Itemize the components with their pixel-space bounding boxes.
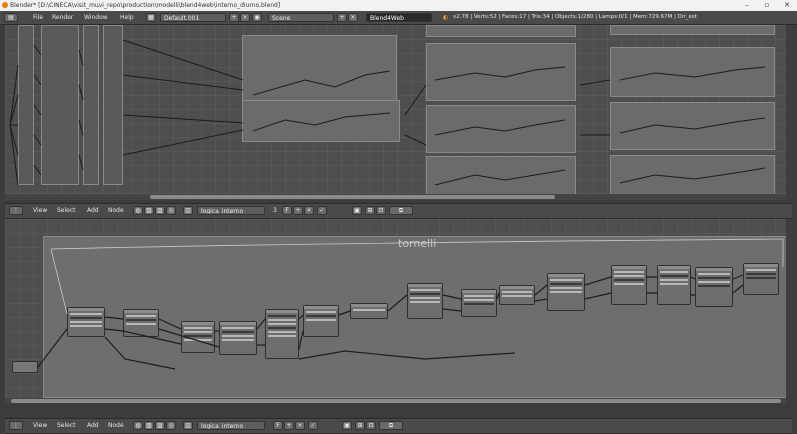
scene-field[interactable]: Scene	[268, 13, 334, 22]
screen-layout-field[interactable]: Default.001	[160, 13, 226, 22]
backdrop-button[interactable]: ▣	[352, 206, 362, 215]
blender-logo-icon	[2, 2, 8, 8]
scene-stats: v2.78 | Verts:52 | Faces:17 | Tris:34 | …	[453, 14, 697, 20]
copy-paste-buttons[interactable]: ⧉	[389, 206, 413, 215]
remove-screen-button[interactable]: ×	[240, 13, 250, 22]
fake-user-button[interactable]: F	[282, 206, 292, 215]
compositing-nodes-button[interactable]: ▧	[144, 206, 154, 215]
add-node-tree-button[interactable]: +	[293, 206, 303, 215]
horizontal-scrollbar[interactable]	[5, 194, 786, 200]
fake-user-button[interactable]: F	[273, 421, 283, 430]
add-node-tree-button[interactable]: +	[284, 421, 294, 430]
node-tree-browse-button[interactable]: ▥	[183, 421, 193, 430]
blender-icon: ◐	[443, 14, 449, 21]
use-nodes-checkbox[interactable]: ✓	[308, 421, 318, 430]
snap-element-select[interactable]: ⊡	[376, 206, 386, 215]
menu-select[interactable]: Select	[57, 204, 76, 217]
texture-nodes-button[interactable]: ▨	[155, 421, 165, 430]
menu-select[interactable]: Select	[57, 419, 76, 432]
screen-layout-icon[interactable]: ▦	[146, 13, 156, 22]
editor-type-icon[interactable]: ⋮	[9, 206, 23, 215]
menu-view[interactable]: View	[33, 419, 47, 432]
menu-add[interactable]: Add	[87, 204, 99, 217]
menu-add[interactable]: Add	[87, 419, 99, 432]
render-engine-select[interactable]: Blend4Web	[366, 13, 432, 22]
editor-type-icon[interactable]: ▤	[4, 13, 18, 22]
close-button[interactable]: ✕	[777, 0, 797, 11]
menu-node[interactable]: Node	[108, 419, 124, 432]
node-tree-browse-button[interactable]: ▥	[183, 206, 193, 215]
add-screen-button[interactable]: +	[229, 13, 239, 22]
top-node-editor[interactable]	[5, 25, 792, 200]
node-editor-header: ⋮ View Select Add Node ◍ ▧ ▨ ◎ ▥ logica_…	[5, 203, 792, 219]
menu-node[interactable]: Node	[108, 204, 124, 217]
node-tree-name-field[interactable]: logica_interno	[197, 421, 265, 430]
info-header: ▤ File Render Window Help ▦ Default.001 …	[0, 11, 797, 25]
logic-nodes-button[interactable]: ◎	[166, 421, 176, 430]
window-title-bar: Blender* [D:\CINECA\visit_muvi_repo\prod…	[0, 0, 797, 11]
window-title: Blender* [D:\CINECA\visit_muvi_repo\prod…	[10, 2, 281, 9]
scrollbar-thumb[interactable]	[11, 399, 781, 403]
maximize-button[interactable]: ▫	[757, 0, 777, 11]
vertical-scrollbar[interactable]	[786, 219, 792, 404]
compositing-nodes-button[interactable]: ▧	[144, 421, 154, 430]
copy-paste-buttons[interactable]: ⧉	[379, 421, 403, 430]
shader-nodes-button[interactable]: ◍	[133, 421, 143, 430]
horizontal-scrollbar[interactable]	[5, 398, 786, 404]
snap-element-select[interactable]: ⊡	[366, 421, 376, 430]
minimize-button[interactable]: –	[737, 0, 757, 11]
unlink-node-tree-button[interactable]: ×	[304, 206, 314, 215]
scene-icon[interactable]: ◉	[252, 13, 262, 22]
menu-render[interactable]: Render	[52, 11, 73, 24]
frame-label: tornelli	[398, 237, 437, 250]
node-tree-name-field[interactable]: logica_interno	[197, 206, 265, 215]
use-nodes-checkbox[interactable]: ✓	[317, 206, 327, 215]
menu-file[interactable]: File	[33, 11, 43, 24]
menu-view[interactable]: View	[33, 204, 47, 217]
vertical-scrollbar[interactable]	[786, 25, 792, 200]
user-count: 3	[273, 207, 277, 214]
texture-nodes-button[interactable]: ▨	[155, 206, 165, 215]
snap-toggle[interactable]: ⊞	[365, 206, 375, 215]
remove-scene-button[interactable]: ×	[348, 13, 358, 22]
logic-nodes-button[interactable]: ◎	[166, 206, 176, 215]
shader-nodes-button[interactable]: ◍	[133, 206, 143, 215]
node-links	[9, 39, 766, 186]
menu-window[interactable]: Window	[84, 11, 108, 24]
add-scene-button[interactable]: +	[337, 13, 347, 22]
scrollbar-thumb[interactable]	[150, 195, 555, 199]
editor-type-icon[interactable]: ⋮	[9, 421, 23, 430]
backdrop-button[interactable]: ▣	[342, 421, 352, 430]
unlink-node-tree-button[interactable]: ×	[295, 421, 305, 430]
menu-help[interactable]: Help	[120, 11, 134, 24]
snap-toggle[interactable]: ⊞	[355, 421, 365, 430]
